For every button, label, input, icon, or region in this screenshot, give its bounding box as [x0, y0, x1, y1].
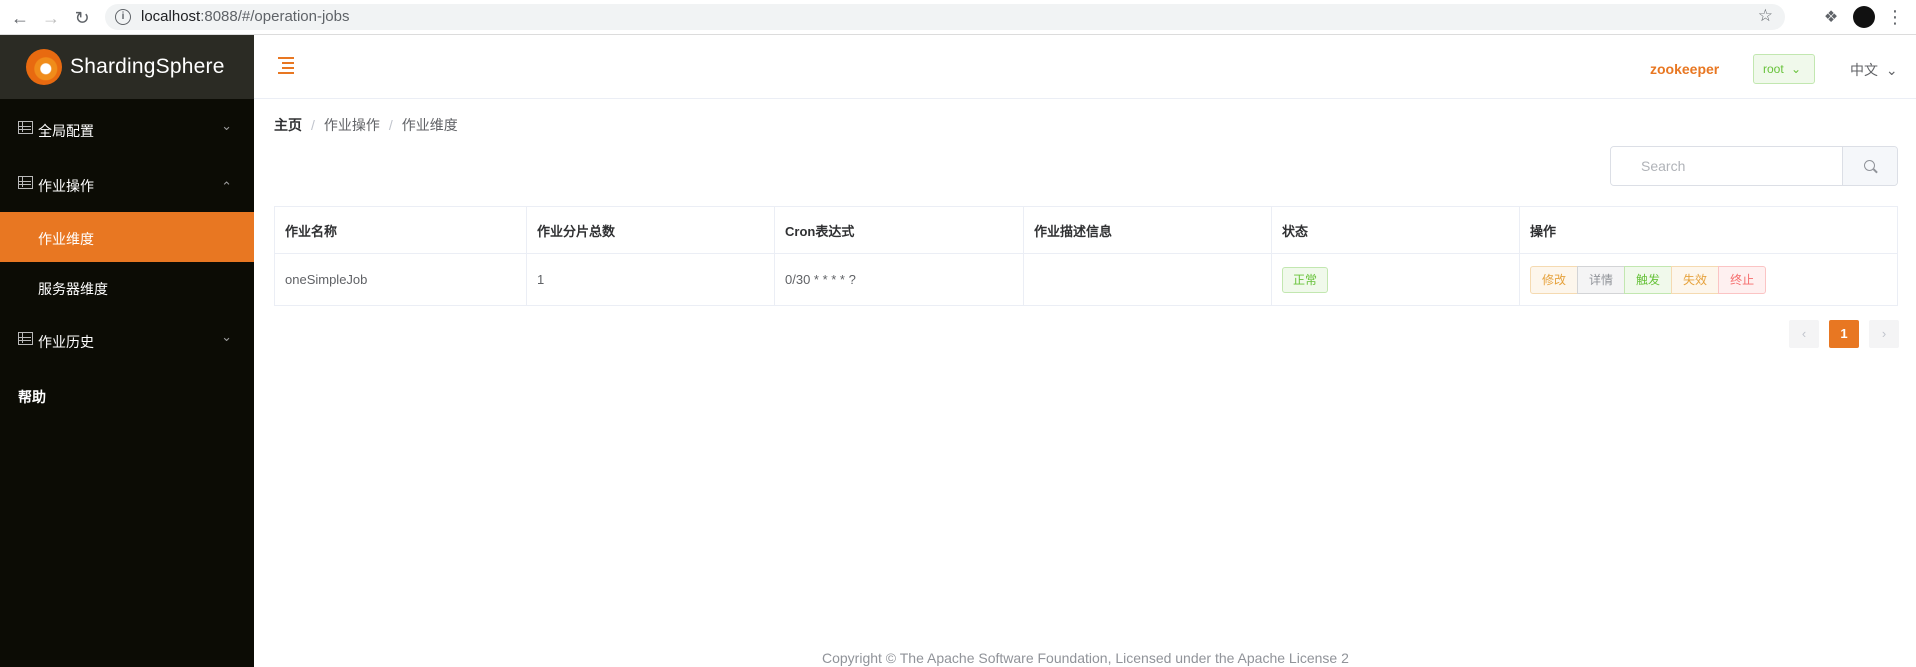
column-header-actions: 操作: [1519, 206, 1898, 254]
cell-actions: 修改 详情 触发 失效 终止: [1519, 253, 1898, 306]
breadcrumb-job-operation: 作业操作: [323, 117, 380, 133]
chevron-down-icon: ⌄: [1791, 62, 1802, 76]
sidebar-item-job-history[interactable]: 作业历史 ⌄: [0, 315, 254, 365]
trigger-button[interactable]: 触发: [1624, 265, 1673, 294]
table-icon: [18, 332, 33, 345]
url-text: localhost:8088/#/operation-jobs: [141, 8, 350, 25]
address-bar[interactable]: i localhost:8088/#/operation-jobs ☆: [105, 4, 1785, 30]
sidebar-item-server-dimension[interactable]: 服务器维度: [0, 262, 254, 312]
chevron-down-icon: ⌄: [221, 329, 232, 344]
shutdown-button[interactable]: 终止: [1718, 265, 1767, 294]
column-header-shard-total: 作业分片总数: [526, 206, 775, 254]
profile-avatar[interactable]: [1853, 6, 1875, 28]
chevron-up-icon: ⌃: [221, 179, 232, 194]
page-number-current[interactable]: 1: [1829, 320, 1859, 348]
cell-status: 正常: [1271, 253, 1520, 306]
reload-icon[interactable]: ↻: [70, 6, 94, 30]
sidebar-item-help[interactable]: 帮助: [18, 387, 46, 407]
chevron-down-icon: ⌄: [221, 118, 232, 133]
logo: ShardingSphere: [0, 35, 254, 99]
sidebar-item-label: 作业维度: [38, 231, 94, 247]
cell-job-name: oneSimpleJob: [274, 253, 527, 306]
site-info-icon[interactable]: i: [115, 9, 131, 25]
breadcrumb: 主页 / 作业操作 / 作业维度: [274, 115, 458, 135]
column-header-description: 作业描述信息: [1023, 206, 1272, 254]
prev-page-button[interactable]: ‹: [1789, 320, 1819, 348]
user-dropdown[interactable]: root ⌄: [1753, 54, 1815, 84]
status-badge: 正常: [1282, 266, 1329, 293]
table-icon: [18, 121, 33, 134]
extensions-icon[interactable]: ❖: [1820, 7, 1842, 29]
disable-button[interactable]: 失效: [1671, 265, 1720, 294]
browser-toolbar: ← → ↻ i localhost:8088/#/operation-jobs …: [0, 0, 1916, 35]
language-dropdown[interactable]: 中文 ⌄: [1850, 60, 1898, 80]
detail-button[interactable]: 详情: [1577, 265, 1626, 294]
bookmark-star-icon[interactable]: ☆: [1758, 6, 1773, 26]
logo-text: ShardingSphere: [70, 55, 225, 78]
language-label: 中文: [1850, 62, 1878, 78]
registry-center-label[interactable]: zookeeper: [1650, 61, 1719, 77]
cell-cron: 0/30 * * * * ?: [774, 253, 1024, 306]
search-button[interactable]: [1842, 147, 1897, 185]
sidebar-item-label: 服务器维度: [38, 281, 108, 297]
top-header: zookeeper root ⌄ 中文 ⌄: [254, 35, 1916, 99]
cell-shard-total: 1: [526, 253, 775, 306]
breadcrumb-separator: /: [311, 117, 315, 133]
sidebar-item-label: 作业历史: [38, 334, 94, 350]
copyright-footer: Copyright © The Apache Software Foundati…: [822, 650, 1349, 666]
collapse-menu-icon[interactable]: [278, 57, 298, 75]
column-header-job-name: 作业名称: [274, 206, 527, 254]
sidebar-item-global-config[interactable]: 全局配置 ⌄: [0, 104, 254, 154]
back-arrow-icon[interactable]: ←: [8, 6, 32, 30]
cell-description: [1023, 253, 1272, 306]
forward-arrow-icon[interactable]: →: [39, 6, 63, 30]
shardingsphere-logo-icon: [26, 49, 62, 85]
sidebar-item-job-operation[interactable]: 作业操作 ⌃: [0, 159, 254, 209]
table-icon: [18, 176, 33, 189]
search-input[interactable]: [1611, 147, 1842, 185]
user-name: root: [1763, 62, 1784, 76]
modify-button[interactable]: 修改: [1530, 265, 1579, 294]
breadcrumb-job-dimension: 作业维度: [401, 117, 458, 133]
next-page-button[interactable]: ›: [1869, 320, 1899, 348]
search-icon: [1864, 160, 1875, 171]
column-header-cron: Cron表达式: [774, 206, 1024, 254]
search-box: [1610, 146, 1898, 186]
breadcrumb-home[interactable]: 主页: [274, 117, 302, 133]
sidebar-item-label: 作业操作: [38, 178, 94, 194]
column-header-status: 状态: [1271, 206, 1520, 254]
breadcrumb-separator: /: [388, 117, 393, 133]
sidebar: ShardingSphere 全局配置 ⌄ 作业操作 ⌃ 作业维度 服务器维度 …: [0, 35, 254, 667]
sidebar-item-label: 全局配置: [38, 123, 94, 139]
action-button-group: 修改 详情 触发 失效 终止: [1530, 265, 1767, 294]
sidebar-item-job-dimension[interactable]: 作业维度: [0, 212, 254, 262]
jobs-table: 作业名称 作业分片总数 Cron表达式 作业描述信息 状态 操作 oneSimp…: [274, 206, 1898, 306]
table-header-row: 作业名称 作业分片总数 Cron表达式 作业描述信息 状态 操作: [274, 206, 1898, 254]
table-row: oneSimpleJob 1 0/30 * * * * ? 正常 修改 详情 触…: [274, 253, 1898, 306]
chevron-down-icon: ⌄: [1885, 62, 1898, 78]
browser-menu-icon[interactable]: ⋮: [1885, 5, 1905, 29]
